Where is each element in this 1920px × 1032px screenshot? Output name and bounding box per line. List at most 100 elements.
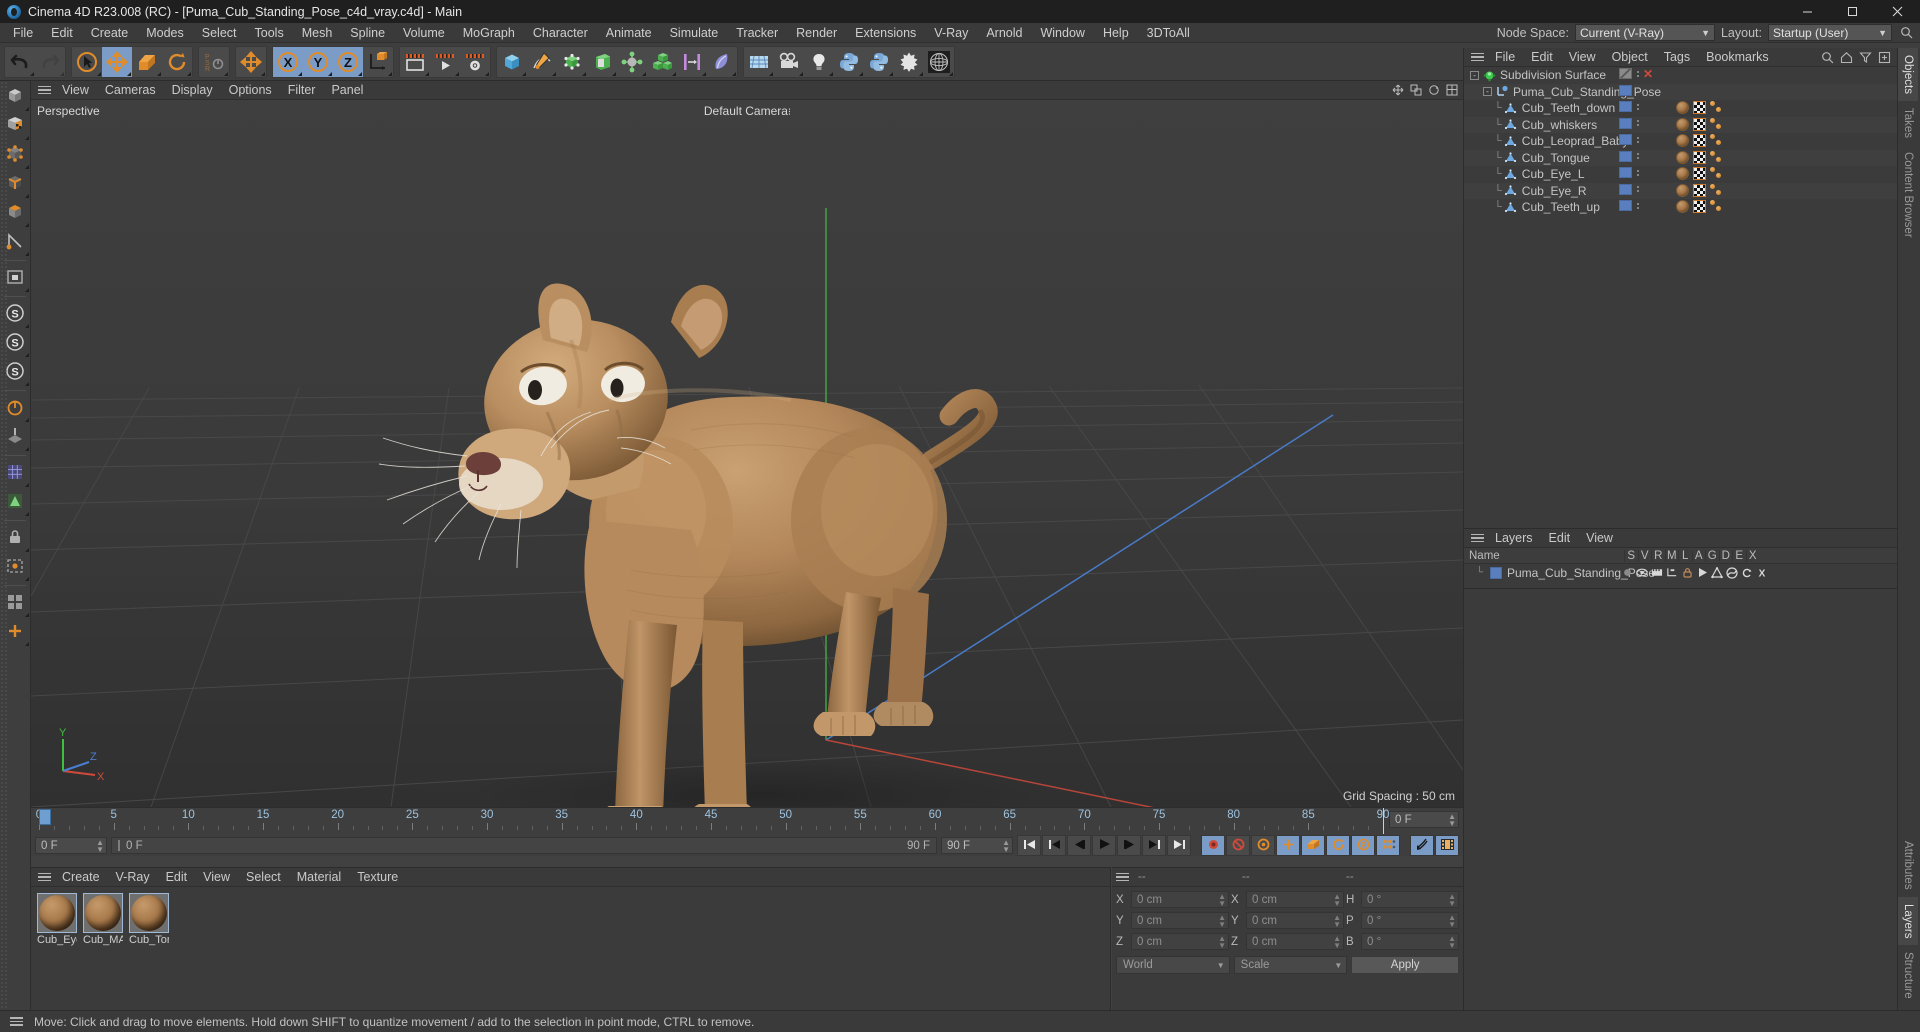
coord-value-field[interactable]: 0 cm ▲ ▼ [1131,912,1229,929]
menu-v-ray[interactable]: V-Ray [925,23,977,43]
spinner-icon[interactable]: ▲ ▼ [1218,913,1226,928]
timeline-frame-field-right[interactable]: 0 F ▲ ▼ [1389,811,1459,828]
add-cloner-button[interactable] [647,47,677,77]
play-button[interactable] [1092,835,1116,856]
python-generator-button[interactable] [864,47,894,77]
world-object-axis-button[interactable] [363,47,393,77]
visibility-dots-icon[interactable] [1635,70,1640,77]
move-tool-button[interactable] [102,46,132,77]
uv-tag-icon[interactable] [1693,101,1706,114]
step-forward-button[interactable] [1117,835,1141,856]
menu-create[interactable]: Create [82,23,138,43]
viewport-3d-canvas[interactable]: Perspective Default Camera⁝ Grid Spacing… [31,100,1463,807]
layer-color-swatch[interactable] [1490,566,1502,579]
menu-animate[interactable]: Animate [597,23,661,43]
layer-menu-view[interactable]: View [1578,529,1621,548]
deformer-icon[interactable] [1726,566,1738,579]
uv-tag-icon[interactable] [1693,150,1706,164]
go-to-start-button[interactable] [1017,835,1041,856]
coord-value-field[interactable]: 0 ° ▲ ▼ [1361,912,1459,929]
go-to-previous-key-button[interactable] [1042,835,1066,856]
visibility-dots-icon[interactable] [1635,153,1640,159]
menu-volume[interactable]: Volume [394,23,454,43]
selection-tag-icon[interactable] [1710,183,1723,197]
maximize-icon[interactable] [1830,0,1875,23]
object-visibility-dots[interactable] [1619,134,1640,145]
object-visibility-dots[interactable] [1619,167,1640,178]
object-menu-bookmarks[interactable]: Bookmarks [1698,48,1777,67]
object-menu-view[interactable]: View [1561,48,1604,67]
rotation-key-button[interactable] [1326,835,1350,856]
object-row[interactable]: └ Cub_whiskers [1464,116,1897,133]
home-icon[interactable] [1839,50,1854,65]
object-layer-chip[interactable] [1619,101,1632,112]
psr-lock-button[interactable]: PSR [199,47,229,77]
object-menu-edit[interactable]: Edit [1523,48,1561,67]
render-to-picture-viewer-button[interactable] [430,47,460,77]
lock-workplane-button[interactable] [1,394,30,423]
spinner-icon[interactable]: ▲ ▼ [1333,892,1341,907]
object-layer-chip[interactable] [1619,200,1632,211]
coord-value-field[interactable]: 0 cm ▲ ▼ [1131,891,1229,908]
scale-view-icon[interactable] [1408,83,1423,98]
menu-extensions[interactable]: Extensions [846,23,925,43]
menu-file[interactable]: File [4,23,42,43]
rotate-tool-button[interactable] [162,47,192,77]
viewport-menu-filter[interactable]: Filter [280,81,324,100]
object-layer-chip[interactable] [1619,183,1632,195]
object-visibility-dots[interactable] [1619,150,1640,162]
search-icon[interactable] [1898,25,1914,41]
material-menu-material[interactable]: Material [289,868,349,887]
object-menu-tags[interactable]: Tags [1656,48,1698,67]
object-layer-chip[interactable] [1619,84,1632,96]
add-generator-button[interactable] [557,47,587,77]
layout-lock-button[interactable] [1,524,30,553]
selection-tag-icon[interactable] [1710,117,1723,131]
vertical-tab-content-browser[interactable]: Content Browser [1898,145,1918,245]
render-camera-icon[interactable] [1651,567,1663,579]
filter-icon[interactable] [1858,50,1873,65]
spinner-icon[interactable]: ▲ ▼ [1448,812,1456,827]
material-item[interactable]: Cub_MA [83,893,123,946]
film-strip-button[interactable] [1435,835,1459,856]
layer-menu-edit[interactable]: Edit [1541,529,1579,548]
quantize-button[interactable]: S [1,329,30,358]
autokeying-button[interactable] [1226,835,1250,856]
menu-3dtoall[interactable]: 3DToAll [1138,23,1199,43]
spinner-icon[interactable]: ▲ ▼ [1218,892,1226,907]
viewport-menu-options[interactable]: Options [221,81,280,100]
add-camera-button[interactable] [774,47,804,77]
spinner-icon[interactable]: ▲ ▼ [1333,934,1341,949]
vertical-tab-objects[interactable]: Objects [1898,48,1918,101]
object-row[interactable]: - Subdivision Surface ✕ [1464,67,1897,84]
scale-key-button[interactable] [1301,835,1325,856]
menu-mesh[interactable]: Mesh [293,23,342,43]
render-settings-button[interactable] [460,47,490,77]
object-visibility-dots[interactable] [1619,101,1640,112]
axis-x-button[interactable]: X [273,46,303,77]
node-space-select[interactable]: Current (V-Ray) ▼ [1574,24,1715,41]
minimize-icon[interactable] [1785,0,1830,23]
manager-tree-icon[interactable] [1666,567,1678,579]
undo-button[interactable] [5,47,35,77]
points-mode-button[interactable] [1,141,30,170]
uv-tag-icon[interactable] [1693,134,1706,147]
menu-arnold[interactable]: Arnold [977,23,1031,43]
material-menu-v-ray[interactable]: V-Ray [108,868,158,887]
add-effector-button[interactable] [677,47,707,77]
timeline-ruler[interactable]: 051015202530354045505560657075808590 0 F… [31,808,1463,834]
visibility-dots-icon[interactable] [1635,136,1640,143]
axis-y-button[interactable]: Y [303,46,333,77]
object-row[interactable]: └ Cub_Eye_R [1464,182,1897,199]
edges-mode-button[interactable] [1,170,30,199]
object-layer-chip[interactable] [1619,134,1632,145]
coord-value-field[interactable]: 0 cm ▲ ▼ [1246,891,1344,908]
selection-tag-icon[interactable] [1710,167,1723,180]
uv-point-mode-button[interactable] [1,459,30,488]
material-tag-icon[interactable] [1676,167,1689,180]
viewport-menu-panel[interactable]: Panel [323,81,371,100]
viewport-menu-hamburger-icon[interactable] [34,82,54,99]
expression-icon[interactable] [1741,567,1753,579]
material-menu-texture[interactable]: Texture [349,868,406,887]
render-view-button[interactable] [400,47,430,77]
